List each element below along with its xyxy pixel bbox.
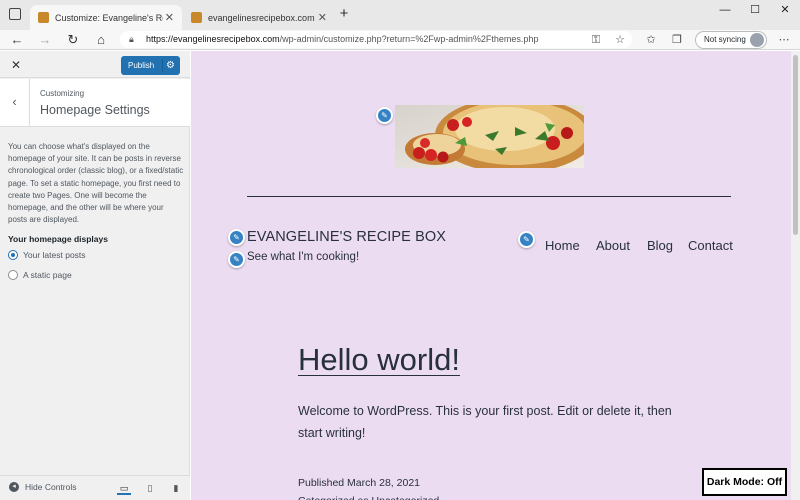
dark-mode-toggle[interactable]: Dark Mode: Off xyxy=(702,468,787,496)
hide-controls-button[interactable]: ◂ Hide Controls xyxy=(9,482,77,492)
homepage-displays-label: Your homepage displays xyxy=(8,234,108,244)
pizza-image xyxy=(395,105,584,168)
edit-tagline-icon[interactable]: ✎ xyxy=(228,251,245,268)
key-icon[interactable]: ⚿ xyxy=(588,32,604,48)
url-input[interactable]: 🔒︎ https://evangelinesrecipebox.com/wp-a… xyxy=(120,31,632,48)
customizer-topbar: ✕ Publish ⚙ xyxy=(0,51,190,78)
url-host: https://evangelinesrecipebox.com xyxy=(146,34,280,44)
header-divider xyxy=(247,196,731,197)
option-static-page[interactable]: A static page xyxy=(8,270,72,280)
menu-item-about[interactable]: About xyxy=(596,238,630,253)
post-category: Categorized as Uncategorized xyxy=(298,492,439,500)
tab-actions-icon[interactable] xyxy=(9,8,21,20)
edit-site-title-icon[interactable]: ✎ xyxy=(228,229,245,246)
collapse-arrow-icon: ◂ xyxy=(9,482,19,492)
browser-titlebar: Customize: Evangeline's Recipe B ✕ evang… xyxy=(0,0,800,30)
tab-site[interactable]: evangelinesrecipebox.com – eva ✕ xyxy=(183,5,335,30)
radio-selected[interactable] xyxy=(8,250,18,260)
menu-item-blog[interactable]: Blog xyxy=(647,238,673,253)
new-tab-button[interactable]: + xyxy=(336,5,352,22)
favorites-icon[interactable]: ✩ xyxy=(643,32,659,48)
section-description: You can choose what's displayed on the h… xyxy=(8,142,184,225)
sync-label: Not syncing xyxy=(704,35,746,44)
site-title[interactable]: EVANGELINE'S RECIPE BOX xyxy=(247,229,446,245)
tablet-preview-icon[interactable]: ▯ xyxy=(143,481,157,495)
tab-title: evangelinesrecipebox.com – eva xyxy=(208,12,316,23)
close-tab-icon[interactable]: ✕ xyxy=(318,11,327,24)
avatar-icon xyxy=(750,33,764,47)
header-image xyxy=(395,105,584,168)
close-tab-icon[interactable]: ✕ xyxy=(165,11,174,24)
back-chevron-icon[interactable]: ‹ xyxy=(0,79,30,127)
collections-icon[interactable]: ❐ xyxy=(669,32,685,48)
tab-title: Customize: Evangeline's Recipe B xyxy=(55,12,163,23)
mobile-preview-icon[interactable]: ▮ xyxy=(169,481,183,495)
option-label: A static page xyxy=(23,270,72,280)
refresh-icon[interactable]: ↻ xyxy=(64,31,82,49)
close-icon[interactable]: ✕ xyxy=(8,57,24,73)
edit-menu-icon[interactable]: ✎ xyxy=(518,231,535,248)
scrollbar-thumb[interactable] xyxy=(793,55,798,235)
post-published-date: Published March 28, 2021 xyxy=(298,477,420,489)
post-title[interactable]: Hello world! xyxy=(298,342,460,378)
publish-label: Publish xyxy=(128,61,155,70)
customizer-sidebar: ✕ Publish ⚙ ‹ Customizing Homepage Setti… xyxy=(0,51,190,500)
site-tagline: See what I'm cooking! xyxy=(247,251,360,263)
edit-header-image-icon[interactable]: ✎ xyxy=(376,107,393,124)
publish-button[interactable]: Publish ⚙ xyxy=(121,56,180,75)
profile-sync-button[interactable]: Not syncing xyxy=(695,31,767,49)
publish-divider xyxy=(162,59,163,72)
desktop-preview-icon[interactable]: ▭ xyxy=(117,481,131,495)
lock-icon: 🔒︎ xyxy=(129,34,134,44)
menu-item-contact[interactable]: Contact xyxy=(688,238,733,253)
post-body: Welcome to WordPress. This is your first… xyxy=(298,404,672,440)
forward-arrow-icon[interactable]: → xyxy=(36,31,54,49)
minimize-icon[interactable]: — xyxy=(710,2,740,18)
close-window-icon[interactable]: ✕ xyxy=(770,2,800,18)
gear-icon[interactable]: ⚙ xyxy=(166,56,175,75)
section-title: Homepage Settings xyxy=(40,103,150,117)
menu-item-home[interactable]: Home xyxy=(545,238,580,253)
url-path: /wp-admin/customize.php?return=%2Fwp-adm… xyxy=(279,34,539,44)
site-favicon-icon xyxy=(38,12,49,23)
section-header: ‹ Customizing Homepage Settings xyxy=(0,79,190,127)
back-arrow-icon[interactable]: ← xyxy=(8,31,26,49)
post-meta: Published March 28, 2021 Categorized as … xyxy=(298,474,439,500)
hide-controls-label: Hide Controls xyxy=(25,482,77,492)
tab-customize[interactable]: Customize: Evangeline's Recipe B ✕ xyxy=(30,5,182,30)
option-label: Your latest posts xyxy=(23,250,86,260)
option-latest-posts[interactable]: Your latest posts xyxy=(8,250,86,260)
site-preview: ✎ ✎ EVANGELINE'S RECIPE BOX ✎ See what I… xyxy=(191,51,791,500)
more-options-icon[interactable]: ⋯ xyxy=(776,32,792,48)
customizer-footer: ◂ Hide Controls ▭ ▯ ▮ xyxy=(0,475,190,500)
breadcrumb: Customizing xyxy=(40,89,85,98)
site-favicon-icon xyxy=(191,12,202,23)
favorite-add-icon[interactable]: ☆ xyxy=(612,32,628,48)
home-icon[interactable]: ⌂ xyxy=(92,31,110,49)
maximize-icon[interactable]: ☐ xyxy=(740,2,770,18)
radio-unselected[interactable] xyxy=(8,270,18,280)
preview-scrollbar[interactable] xyxy=(791,51,800,500)
